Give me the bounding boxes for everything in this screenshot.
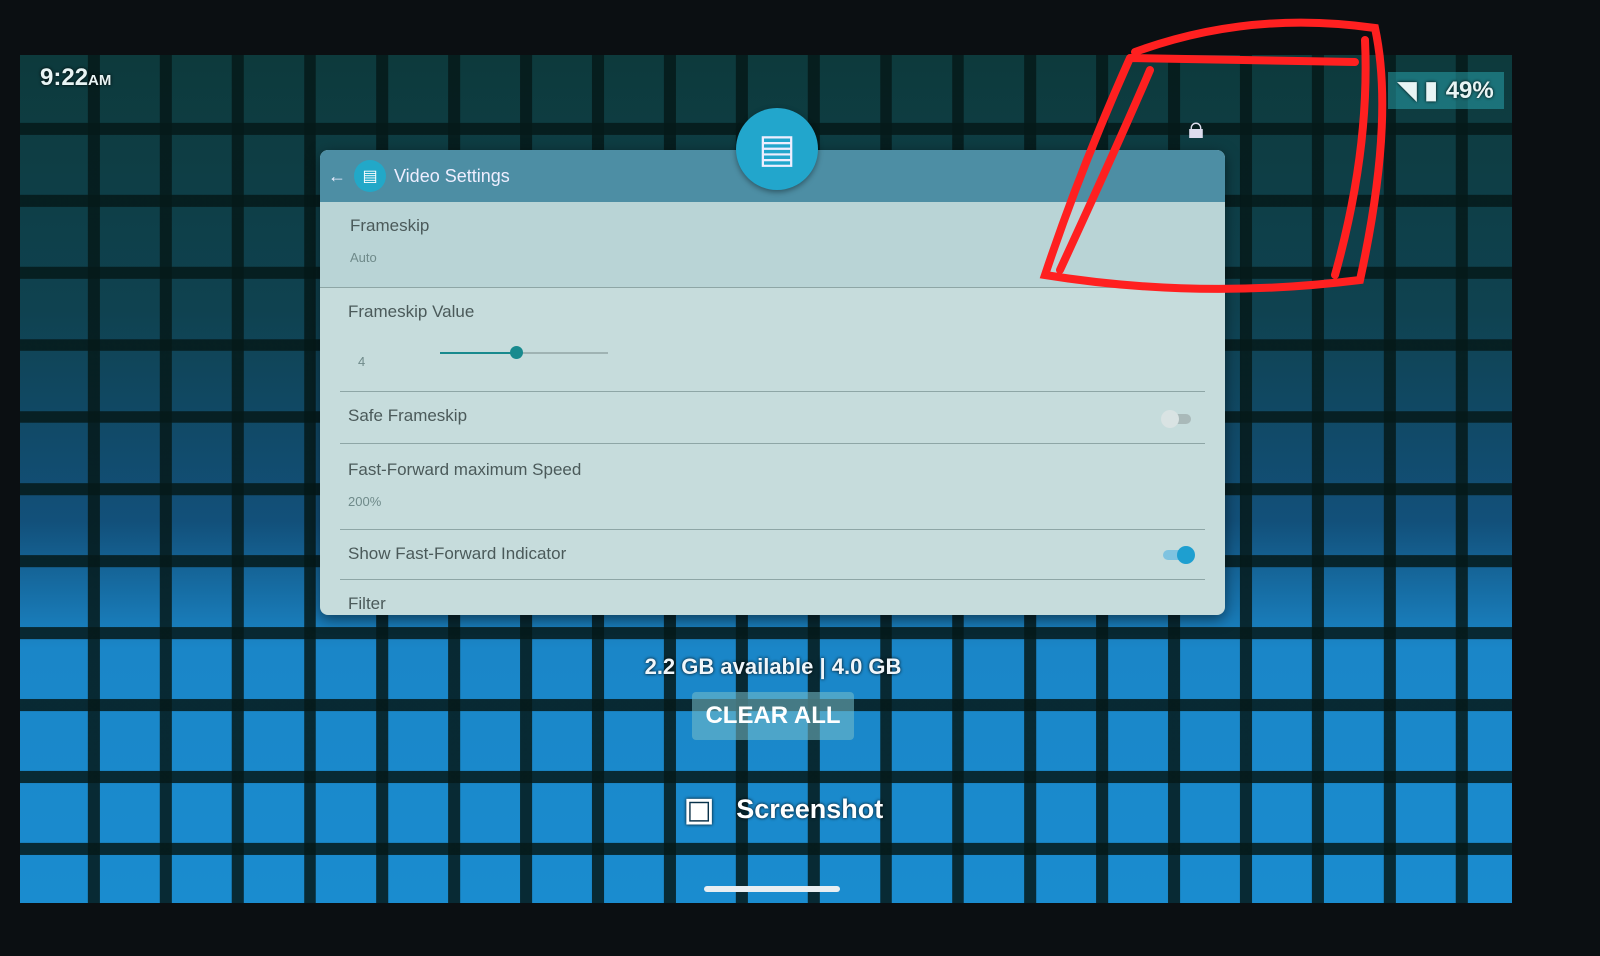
red-annotation-scribble: [1039, 18, 1387, 293]
